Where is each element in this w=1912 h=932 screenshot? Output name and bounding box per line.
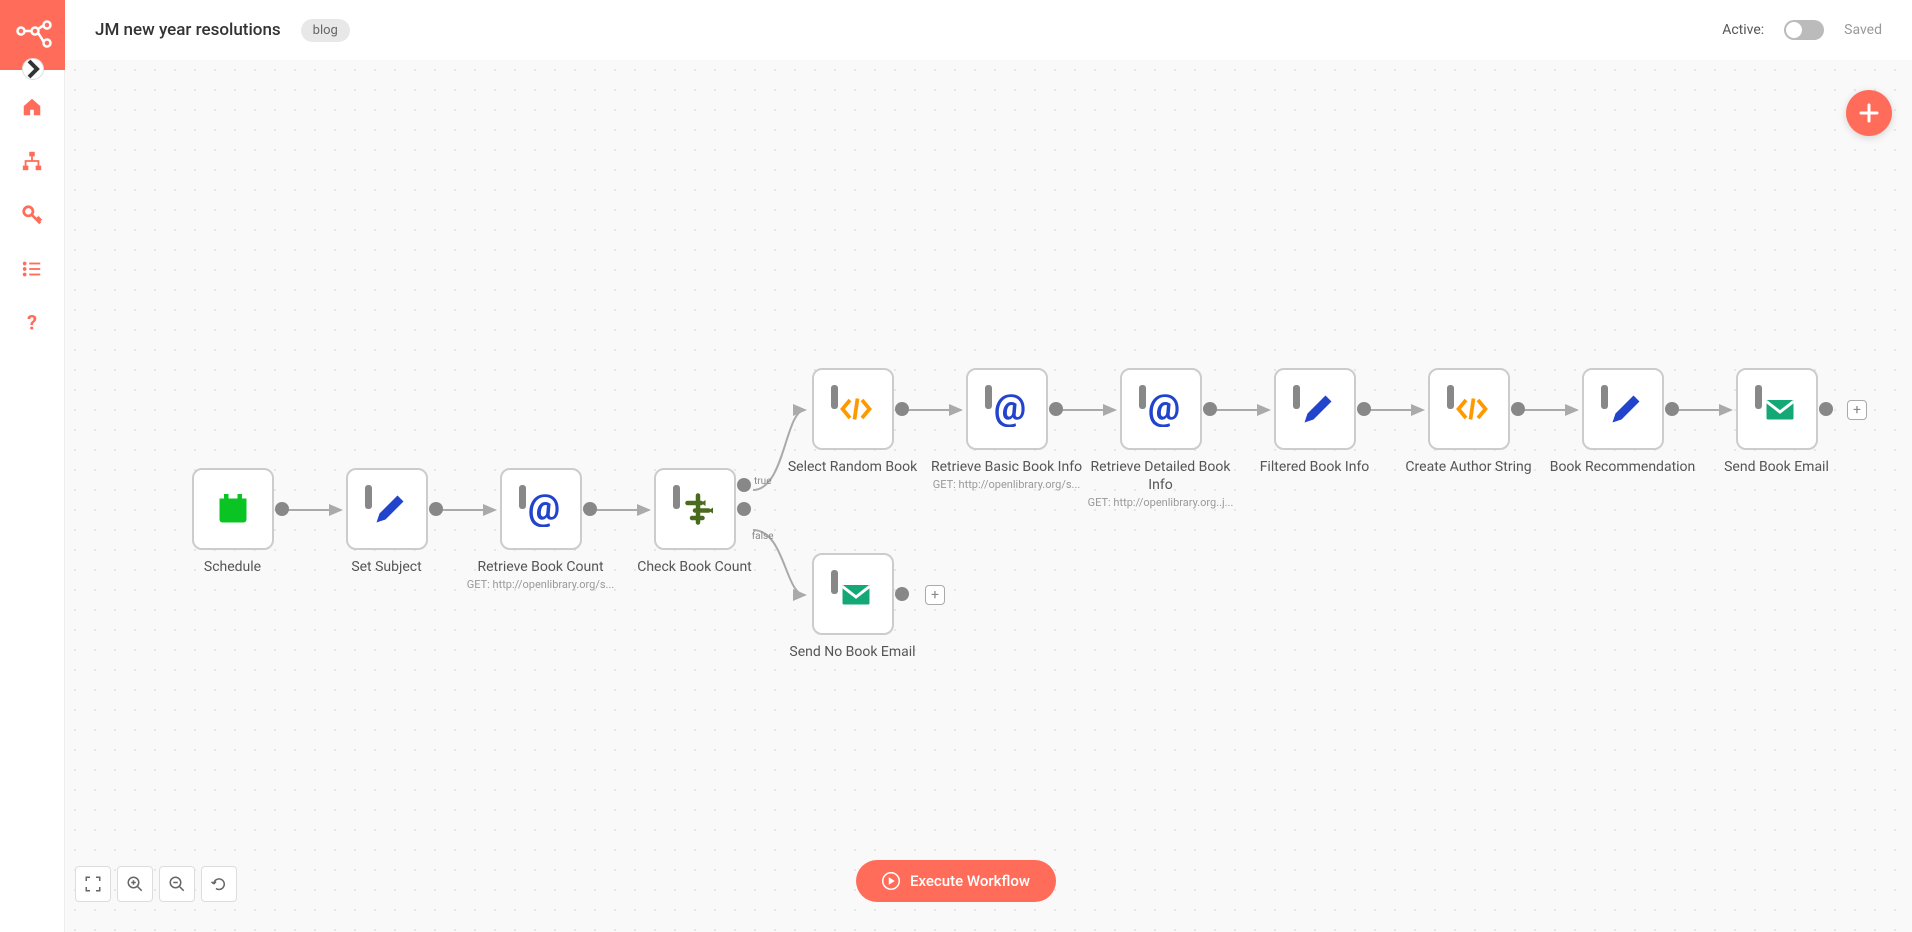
branch-false-label: false (752, 531, 774, 542)
sidebar: ? (0, 0, 65, 932)
zoom-out-button[interactable] (159, 866, 195, 902)
sitemap-icon (21, 150, 43, 172)
undo-icon (210, 875, 228, 893)
at-icon: @ (1146, 391, 1182, 427)
node-label: Send Book Email (1724, 458, 1829, 476)
fullscreen-icon (84, 875, 102, 893)
node-retrieve-detailed-book-info[interactable]: @ Retrieve Detailed Book Info GET: http:… (1083, 368, 1238, 509)
canvas-tools (75, 866, 237, 902)
sidebar-nav: ? (0, 70, 64, 335)
key-icon (21, 204, 43, 226)
node-retrieve-basic-book-info[interactable]: @ Retrieve Basic Book Info GET: http://o… (929, 368, 1084, 491)
zoom-out-icon (168, 875, 186, 893)
node-label: Book Recommendation (1550, 458, 1696, 476)
envelope-icon (1762, 391, 1798, 427)
calendar-icon (215, 491, 251, 527)
logo[interactable] (0, 0, 65, 70)
node-schedule[interactable]: Schedule (155, 468, 310, 576)
svg-text:@: @ (1148, 391, 1180, 427)
branch-icon (680, 491, 716, 527)
node-label: Send No Book Email (789, 643, 915, 661)
node-filtered-book-info[interactable]: Filtered Book Info (1237, 368, 1392, 476)
execute-workflow-button[interactable]: Execute Workflow (856, 860, 1056, 902)
undo-button[interactable] (201, 866, 237, 902)
list-icon (21, 258, 43, 280)
node-subtitle: GET: http://openlibrary.org..j... (1088, 496, 1234, 509)
execute-label: Execute Workflow (910, 872, 1030, 890)
pencil-icon (372, 491, 408, 527)
node-label: Select Random Book (788, 458, 917, 476)
node-label: Create Author String (1405, 458, 1531, 476)
workflow-canvas[interactable]: Schedule Set Subject @ Retrieve Book Cou… (65, 60, 1912, 932)
nav-help[interactable]: ? (20, 311, 44, 335)
code-icon (1454, 391, 1490, 427)
node-label: Filtered Book Info (1260, 458, 1370, 476)
node-label: Retrieve Book Count (477, 558, 603, 576)
play-icon (882, 872, 900, 890)
at-icon: @ (526, 491, 562, 527)
nav-credentials[interactable] (20, 203, 44, 227)
code-icon (838, 391, 874, 427)
envelope-icon (838, 576, 874, 612)
pencil-icon (1300, 391, 1336, 427)
at-icon: @ (992, 391, 1028, 427)
add-connection-button[interactable]: + (1847, 400, 1867, 420)
nav-workflows[interactable] (20, 149, 44, 173)
zoom-in-button[interactable] (117, 866, 153, 902)
svg-text:@: @ (994, 391, 1026, 427)
saved-label: Saved (1844, 22, 1882, 38)
plus-icon (1857, 101, 1881, 125)
svg-text:?: ? (27, 312, 37, 334)
workflow-title[interactable]: JM new year resolutions (95, 20, 281, 40)
node-label: Check Book Count (637, 558, 752, 576)
help-icon: ? (21, 312, 43, 334)
sidebar-collapse-toggle[interactable] (22, 58, 44, 80)
node-send-book-email[interactable]: Send Book Email (1699, 368, 1854, 476)
svg-text:@: @ (528, 491, 560, 527)
home-icon (21, 96, 43, 118)
node-set-subject[interactable]: Set Subject (309, 468, 464, 576)
branch-true-label: true (754, 476, 771, 487)
topbar-right: Active: Saved (1722, 20, 1882, 40)
fit-view-button[interactable] (75, 866, 111, 902)
active-toggle[interactable] (1784, 20, 1824, 40)
node-subtitle: GET: http://openlibrary.org/s... (933, 478, 1081, 491)
add-connection-button[interactable]: + (925, 585, 945, 605)
node-create-author-string[interactable]: Create Author String (1391, 368, 1546, 476)
node-label: Retrieve Basic Book Info (931, 458, 1082, 476)
pencil-icon (1608, 391, 1644, 427)
node-label: Set Subject (351, 558, 421, 576)
chevron-right-icon (23, 49, 43, 89)
node-check-book-count[interactable]: true false Check Book Count (617, 468, 772, 576)
node-label: Schedule (204, 558, 261, 576)
node-book-recommendation[interactable]: Book Recommendation (1545, 368, 1700, 476)
zoom-in-icon (126, 875, 144, 893)
workflow-tag[interactable]: blog (301, 19, 350, 42)
nav-home[interactable] (20, 95, 44, 119)
node-select-random-book[interactable]: Select Random Book (775, 368, 930, 476)
node-send-no-book-email[interactable]: Send No Book Email (775, 553, 930, 661)
topbar: JM new year resolutions blog Active: Sav… (65, 0, 1912, 60)
node-retrieve-book-count[interactable]: @ Retrieve Book Count GET: http://openli… (463, 468, 618, 591)
active-label: Active: (1722, 22, 1764, 38)
node-label: Retrieve Detailed Book Info (1083, 458, 1238, 494)
nav-executions[interactable] (20, 257, 44, 281)
add-node-button[interactable] (1846, 90, 1892, 136)
node-subtitle: GET: http://openlibrary.org/s... (467, 578, 615, 591)
